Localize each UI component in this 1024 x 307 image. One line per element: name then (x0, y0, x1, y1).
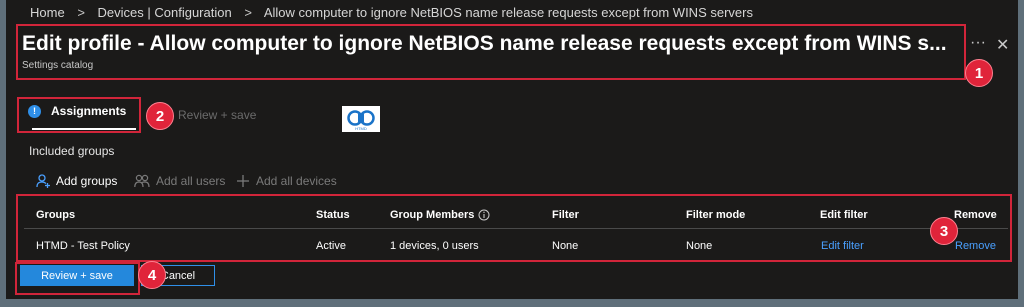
users-icon (134, 174, 150, 188)
header-divider (24, 228, 1008, 229)
cell-group-members: 1 devices, 0 users (390, 240, 479, 252)
info-circle-icon[interactable] (478, 209, 490, 221)
close-icon[interactable]: ✕ (996, 35, 1009, 55)
add-all-users-button[interactable]: Add all users (134, 174, 225, 188)
annotation-badge-4: 4 (138, 261, 166, 289)
tab-assignments[interactable]: ! Assignments (28, 104, 126, 118)
add-all-users-label: Add all users (156, 174, 226, 188)
tab-review-save[interactable]: Review + save (178, 108, 256, 122)
table-header-row: Groups Status Group Members Filter Filte… (24, 202, 1008, 230)
col-header-group-members-label: Group Members (390, 209, 475, 221)
breadcrumb: Home > Devices | Configuration > Allow c… (30, 5, 753, 20)
add-all-devices-label: Add all devices (256, 174, 337, 188)
cell-filter-mode: None (686, 240, 713, 252)
included-groups-label: Included groups (29, 144, 115, 158)
col-header-remove: Remove (954, 209, 997, 221)
review-save-button[interactable]: Review + save (20, 265, 134, 286)
plus-icon (237, 175, 249, 187)
add-all-devices-button[interactable]: Add all devices (236, 174, 337, 188)
page-subtitle: Settings catalog (22, 60, 94, 71)
cell-status: Active (316, 240, 346, 252)
col-header-filter: Filter (552, 209, 579, 221)
info-icon: ! (28, 104, 41, 118)
table-row: HTMD - Test Policy Active 1 devices, 0 u… (24, 233, 1008, 261)
col-header-groups: Groups (36, 209, 76, 221)
col-header-status: Status (316, 209, 350, 221)
remove-link[interactable]: Remove (955, 240, 996, 252)
col-header-group-members: Group Members (390, 209, 490, 221)
col-header-edit-filter: Edit filter (820, 209, 868, 221)
htmd-logo: HTMD (342, 106, 380, 132)
breadcrumb-separator: > (244, 5, 252, 20)
breadcrumb-devices-configuration[interactable]: Devices | Configuration (98, 5, 232, 20)
add-groups-button[interactable]: Add groups (36, 174, 117, 188)
cell-group-name: HTMD - Test Policy (36, 240, 130, 252)
add-person-icon (36, 174, 50, 188)
breadcrumb-separator: > (77, 5, 85, 20)
breadcrumb-profile[interactable]: Allow computer to ignore NetBIOS name re… (264, 5, 753, 20)
breadcrumb-home[interactable]: Home (30, 5, 65, 20)
tab-assignments-label: Assignments (51, 104, 127, 118)
page-title: Edit profile - Allow computer to ignore … (22, 32, 947, 55)
add-groups-label: Add groups (56, 174, 118, 188)
annotation-badge-1: 1 (965, 59, 993, 87)
active-tab-indicator (32, 128, 136, 130)
col-header-filter-mode: Filter mode (686, 209, 746, 221)
more-options-icon[interactable]: ··· (970, 34, 986, 52)
annotation-badge-2: 2 (146, 102, 174, 130)
annotation-badge-3: 3 (930, 217, 958, 245)
edit-filter-link[interactable]: Edit filter (821, 240, 864, 252)
portal-panel: Home > Devices | Configuration > Allow c… (6, 0, 1018, 299)
svg-text:HTMD: HTMD (355, 126, 367, 131)
cell-filter: None (552, 240, 579, 252)
